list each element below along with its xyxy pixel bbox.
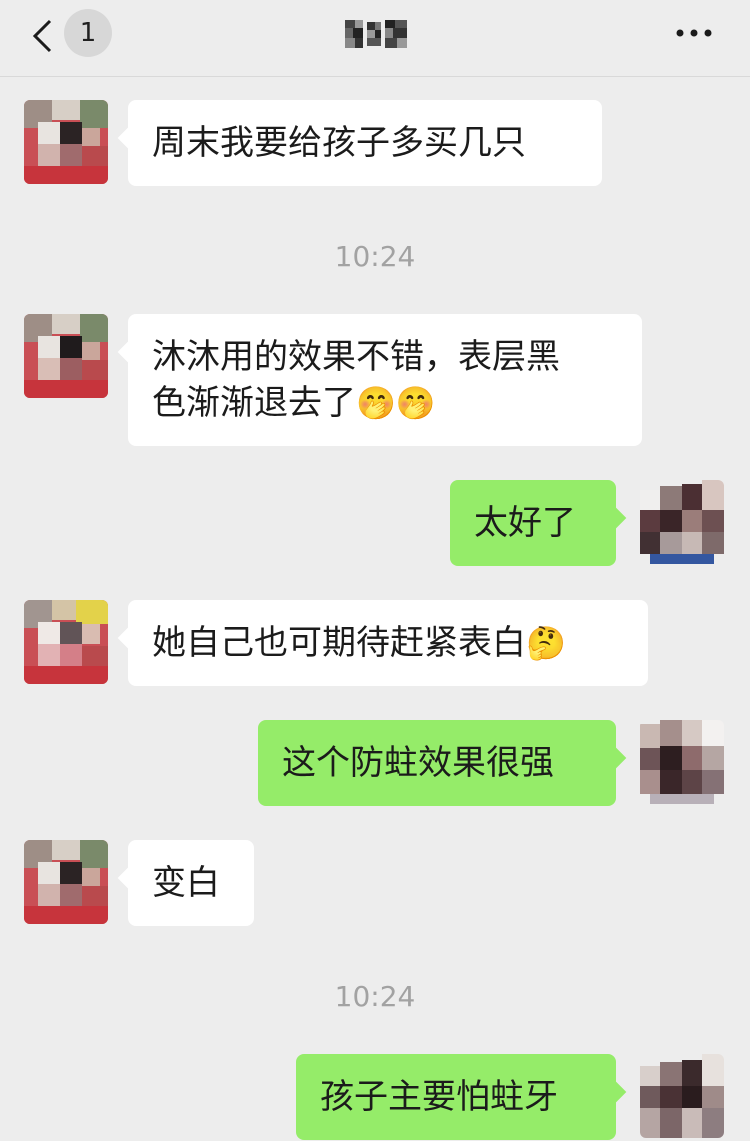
message-bubble-incoming[interactable]: 变白 <box>128 840 254 926</box>
contact-avatar[interactable] <box>24 314 108 398</box>
message-bubble-incoming[interactable]: 沐沐用的效果不错，表层黑 色渐渐退去了🤭🤭 <box>128 314 642 446</box>
message-bubble-incoming[interactable]: 她自己也可期待赶紧表白🤔 <box>128 600 648 686</box>
message-bubble-incoming[interactable]: 周末我要给孩子多买几只 <box>128 100 602 186</box>
message-timestamp: 10:24 <box>334 980 416 1013</box>
message-text: 孩子主要怕蛀牙 <box>320 1077 558 1117</box>
message-text-line: 色渐渐退去了🤭🤭 <box>152 383 436 423</box>
message-timestamp: 10:24 <box>334 240 416 273</box>
user-avatar[interactable] <box>640 480 724 564</box>
hand-over-mouth-emoji-icon: 🤭🤭 <box>356 384 436 422</box>
message-bubble-outgoing[interactable]: 这个防蛀效果很强 <box>258 720 616 806</box>
contact-avatar[interactable] <box>24 100 108 184</box>
user-avatar[interactable] <box>640 720 724 804</box>
message-text: 变白 <box>152 863 220 903</box>
user-avatar[interactable] <box>640 1054 724 1138</box>
chat-header: 1 <box>0 0 750 77</box>
more-options-icon[interactable] <box>672 22 716 44</box>
message-text: 周末我要给孩子多买几只 <box>152 123 526 163</box>
unread-count-badge[interactable]: 1 <box>64 9 112 57</box>
message-bubble-outgoing[interactable]: 太好了 <box>450 480 616 566</box>
message-bubble-outgoing[interactable]: 孩子主要怕蛀牙 <box>296 1054 616 1140</box>
chat-title-pixelated <box>345 20 407 48</box>
contact-avatar[interactable] <box>24 840 108 924</box>
message-text: 这个防蛀效果很强 <box>282 743 554 783</box>
message-text-line: 沐沐用的效果不错，表层黑 <box>152 337 560 377</box>
contact-avatar[interactable] <box>24 600 108 684</box>
thinking-face-emoji-icon: 🤔 <box>526 624 566 662</box>
message-text: 太好了 <box>474 503 576 543</box>
message-text: 她自己也可期待赶紧表白 <box>152 623 526 663</box>
back-chevron-icon[interactable] <box>28 18 58 54</box>
